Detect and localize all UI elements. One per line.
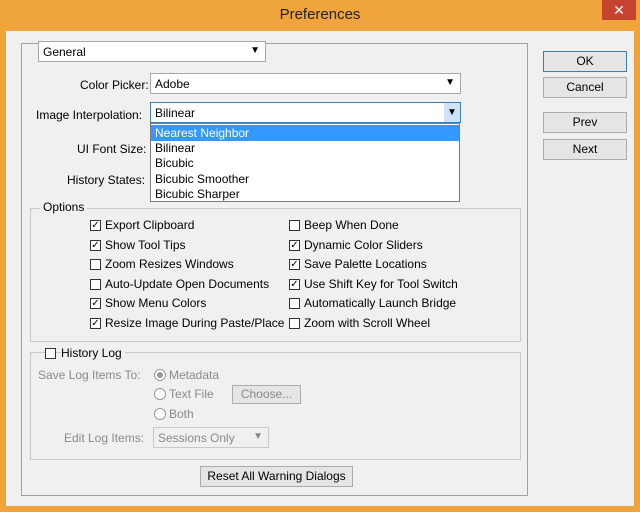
- interp-option-bicubic-sharper[interactable]: Bicubic Sharper: [151, 186, 459, 202]
- check-icon: ✓: [91, 220, 100, 231]
- save-log-items-label: Save Log Items To:: [38, 368, 141, 382]
- radio-both[interactable]: [154, 408, 166, 420]
- option-left-checkbox[interactable]: ✓: [90, 318, 101, 329]
- reset-warning-dialogs-button[interactable]: Reset All Warning Dialogs: [200, 466, 353, 487]
- option-left-checkbox[interactable]: ✓: [90, 239, 101, 251]
- option-right-label: Automatically Launch Bridge: [304, 296, 457, 311]
- section-select[interactable]: General ▼: [38, 41, 266, 62]
- chevron-down-icon: ▼: [445, 77, 455, 88]
- option-right-label: Use Shift Key for Tool Switch: [304, 276, 458, 291]
- chevron-down-icon: ▼: [444, 103, 460, 122]
- cancel-button[interactable]: Cancel: [543, 77, 627, 98]
- choose-button[interactable]: Choose...: [232, 385, 301, 404]
- prev-button[interactable]: Prev: [543, 112, 627, 133]
- chevron-down-icon: ▼: [250, 45, 260, 56]
- option-right-label: Save Palette Locations: [304, 257, 427, 272]
- window-title: Preferences: [279, 6, 361, 23]
- color-picker-select[interactable]: Adobe ▼: [150, 73, 461, 94]
- option-left-label: Resize Image During Paste/Place: [105, 316, 285, 330]
- check-icon: ✓: [91, 298, 100, 310]
- interp-option-bicubic-smoother[interactable]: Bicubic Smoother: [151, 171, 459, 187]
- check-icon: ✓: [91, 239, 100, 251]
- option-left-label: Auto-Update Open Documents: [105, 276, 270, 291]
- close-button[interactable]: ✕: [602, 0, 636, 20]
- option-left-checkbox[interactable]: ✓: [90, 298, 101, 310]
- color-picker-value: Adobe: [155, 77, 190, 91]
- options-legend: Options: [40, 200, 88, 214]
- interp-option-bicubic[interactable]: Bicubic: [151, 155, 459, 171]
- option-right-label: Zoom with Scroll Wheel: [304, 316, 431, 330]
- option-left-label: Show Tool Tips: [105, 237, 186, 252]
- history-log-label: History Log: [61, 346, 125, 360]
- radio-metadata[interactable]: [154, 369, 166, 381]
- option-left-checkbox[interactable]: [90, 278, 101, 290]
- ui-font-size-label: UI Font Size:: [77, 142, 147, 156]
- option-right-checkbox[interactable]: ✓: [289, 259, 300, 271]
- image-interpolation-label: Image Interpolation:: [36, 108, 143, 122]
- option-left-checkbox[interactable]: ✓: [90, 220, 101, 231]
- edit-log-items-value: Sessions Only: [158, 431, 235, 445]
- option-right-checkbox[interactable]: ✓: [289, 278, 300, 290]
- interp-option-bilinear[interactable]: Bilinear: [151, 140, 459, 156]
- image-interpolation-value: Bilinear: [155, 106, 196, 120]
- check-icon: ✓: [290, 278, 299, 290]
- radio-both-label: Both: [169, 407, 194, 421]
- check-icon: ✓: [91, 318, 100, 329]
- history-log-checkbox[interactable]: [45, 348, 56, 359]
- ok-button[interactable]: OK: [543, 51, 627, 72]
- color-picker-label: Color Picker:: [80, 78, 149, 92]
- check-icon: ✓: [290, 259, 299, 271]
- option-right-checkbox[interactable]: ✓: [289, 239, 300, 251]
- option-left-label: Zoom Resizes Windows: [105, 257, 234, 272]
- option-right-checkbox[interactable]: [289, 318, 300, 329]
- check-icon: ✓: [290, 239, 299, 251]
- image-interpolation-dropdown-list: Nearest Neighbor Bilinear Bicubic Bicubi…: [150, 123, 460, 202]
- dialog-body: General ▼ Color Picker: Adobe ▼ Image In…: [6, 31, 634, 506]
- option-right-label: Dynamic Color Sliders: [304, 237, 423, 252]
- option-left-label: Export Clipboard: [105, 218, 195, 232]
- title-bar: Preferences ✕: [0, 0, 640, 31]
- chevron-down-icon: ▼: [253, 431, 263, 442]
- preferences-window: Preferences ✕ General ▼ Color Picker: Ad…: [0, 0, 640, 512]
- image-interpolation-select[interactable]: Bilinear ▼: [150, 102, 461, 123]
- edit-log-items-label: Edit Log Items:: [64, 431, 145, 445]
- option-left-checkbox[interactable]: [90, 259, 101, 271]
- option-right-label: Beep When Done: [304, 218, 399, 232]
- option-right-checkbox[interactable]: [289, 220, 300, 231]
- interp-option-nearest-neighbor[interactable]: Nearest Neighbor: [151, 125, 459, 141]
- option-left-label: Show Menu Colors: [105, 296, 207, 311]
- radio-text-file-label: Text File: [169, 387, 214, 401]
- section-select-value: General: [43, 45, 86, 59]
- next-button[interactable]: Next: [543, 139, 627, 160]
- radio-text-file[interactable]: [154, 388, 166, 400]
- history-states-label: History States:: [67, 173, 146, 187]
- radio-metadata-label: Metadata: [169, 368, 220, 382]
- option-right-checkbox[interactable]: [289, 298, 300, 310]
- edit-log-items-select[interactable]: Sessions Only ▼: [153, 427, 269, 448]
